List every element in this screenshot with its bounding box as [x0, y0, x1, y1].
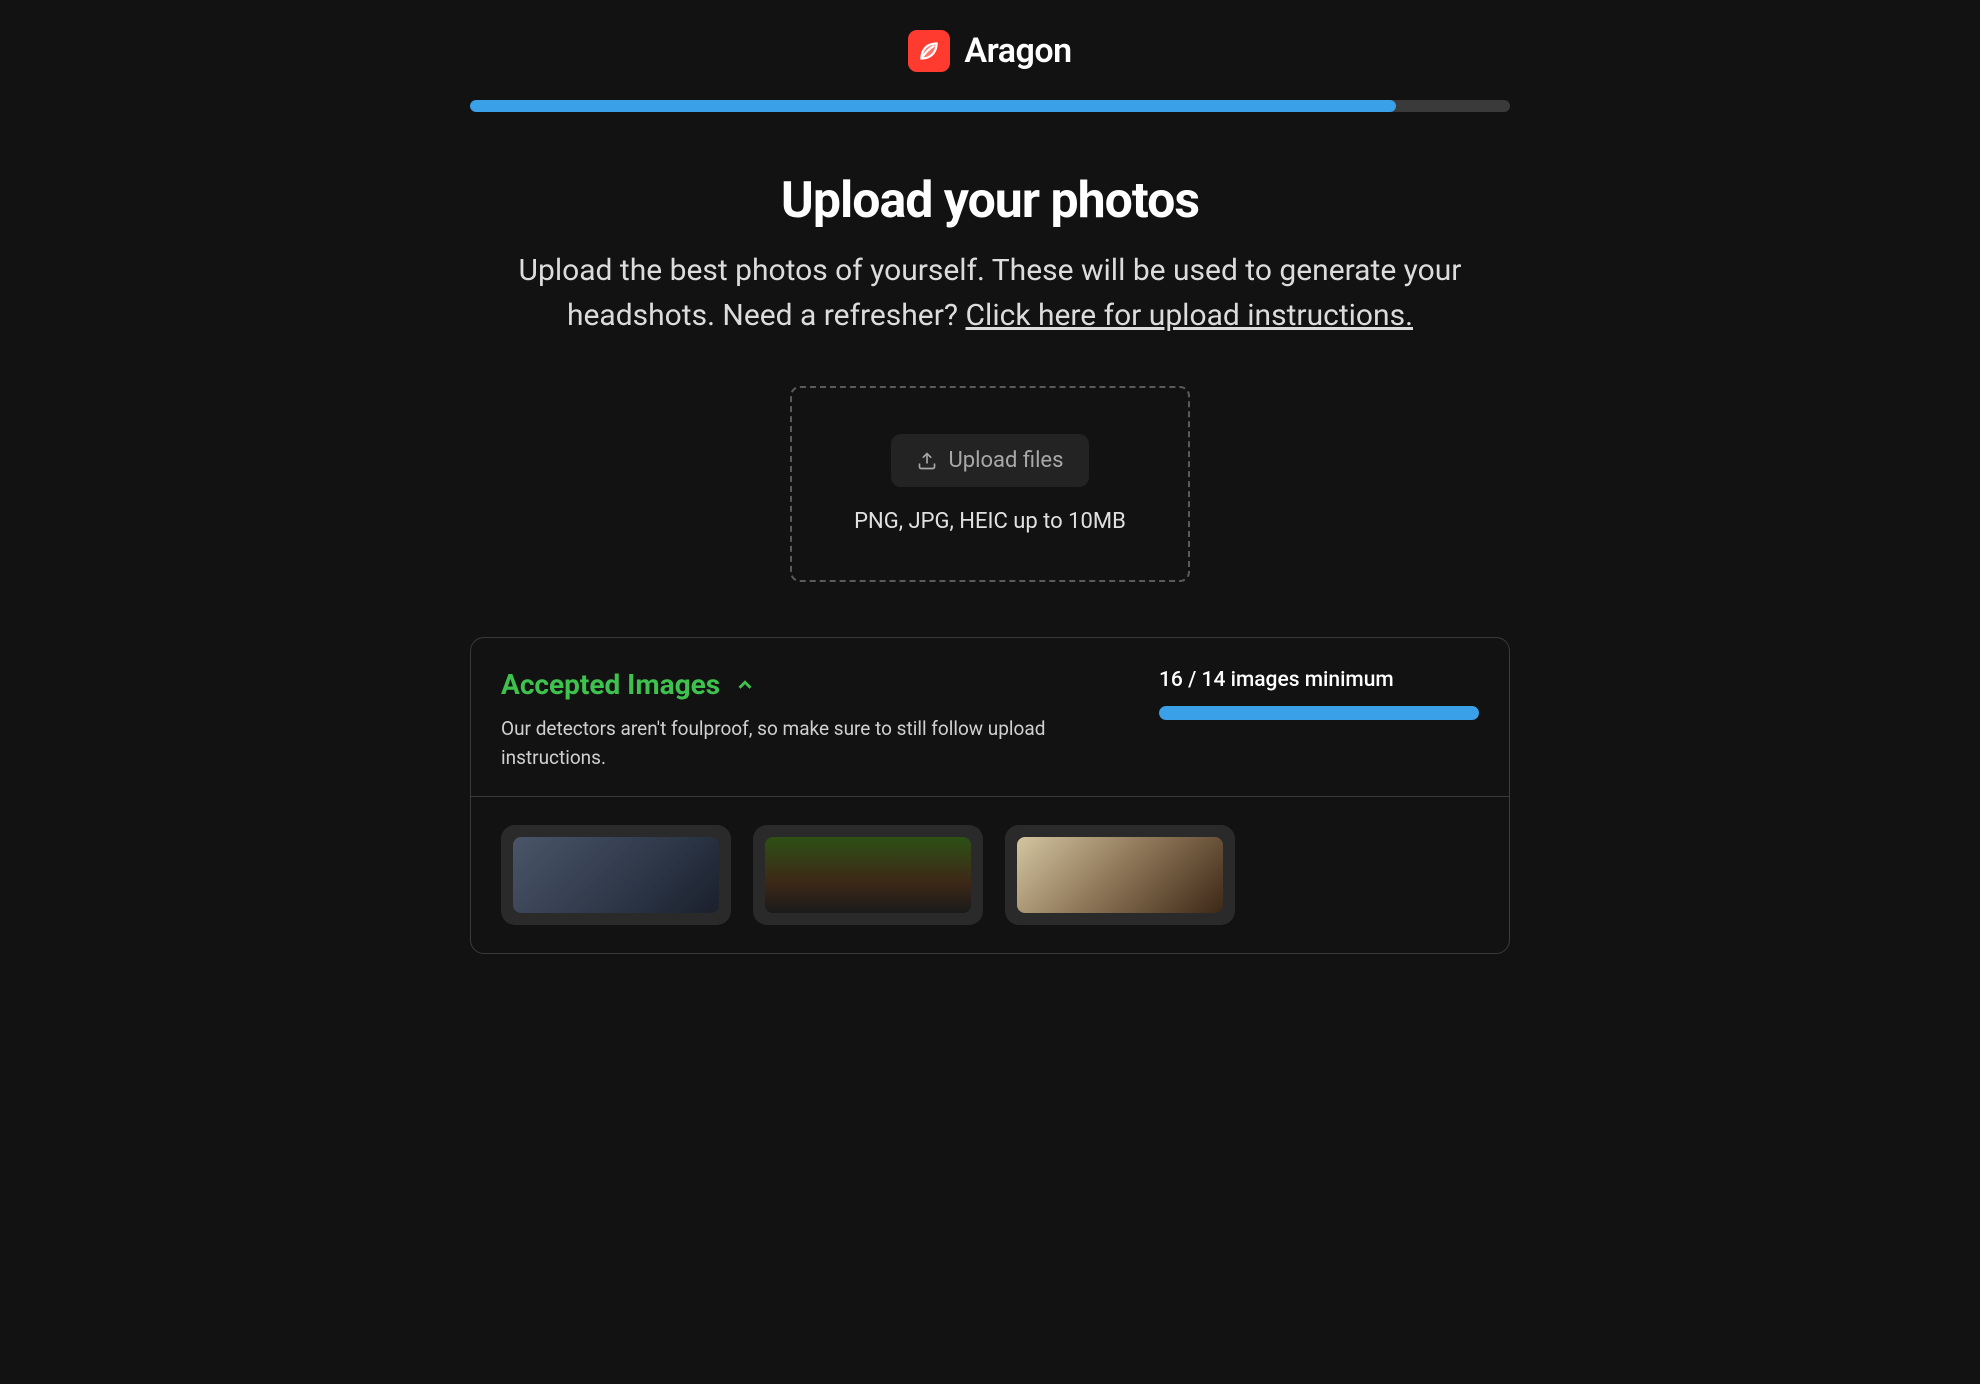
image-count-progress-fill: [1159, 706, 1479, 720]
accepted-images-panel: Accepted Images Our detectors aren't fou…: [470, 637, 1510, 954]
app-header: Aragon: [470, 30, 1510, 72]
image-count-label: 16 / 14 images minimum: [1159, 668, 1479, 692]
accepted-file-types: PNG, JPG, HEIC up to 10MB: [854, 509, 1126, 534]
brand-name: Aragon: [964, 31, 1071, 71]
brand-logo: [908, 30, 950, 72]
upload-instructions-link[interactable]: Click here for upload instructions.: [966, 298, 1414, 333]
panel-subtitle: Our detectors aren't foulproof, so make …: [501, 715, 1061, 772]
page-subtitle: Upload the best photos of yourself. Thes…: [470, 248, 1510, 338]
image-thumbnail[interactable]: [1005, 825, 1235, 925]
image-count-progress: [1159, 706, 1479, 720]
step-progress-bar: [470, 100, 1510, 112]
leaf-icon: [916, 38, 942, 64]
thumbnail-grid: [471, 797, 1509, 953]
image-thumbnail[interactable]: [501, 825, 731, 925]
panel-header: Accepted Images Our detectors aren't fou…: [471, 638, 1509, 797]
step-progress-fill: [470, 100, 1396, 112]
upload-icon: [917, 451, 937, 471]
panel-title: Accepted Images: [501, 668, 720, 701]
panel-toggle[interactable]: Accepted Images: [501, 668, 1119, 701]
upload-dropzone[interactable]: Upload files PNG, JPG, HEIC up to 10MB: [790, 386, 1190, 582]
image-thumbnail[interactable]: [753, 825, 983, 925]
page-title: Upload your photos: [470, 172, 1510, 230]
chevron-up-icon: [734, 674, 756, 696]
upload-button-label: Upload files: [949, 448, 1064, 473]
upload-files-button[interactable]: Upload files: [891, 434, 1090, 487]
